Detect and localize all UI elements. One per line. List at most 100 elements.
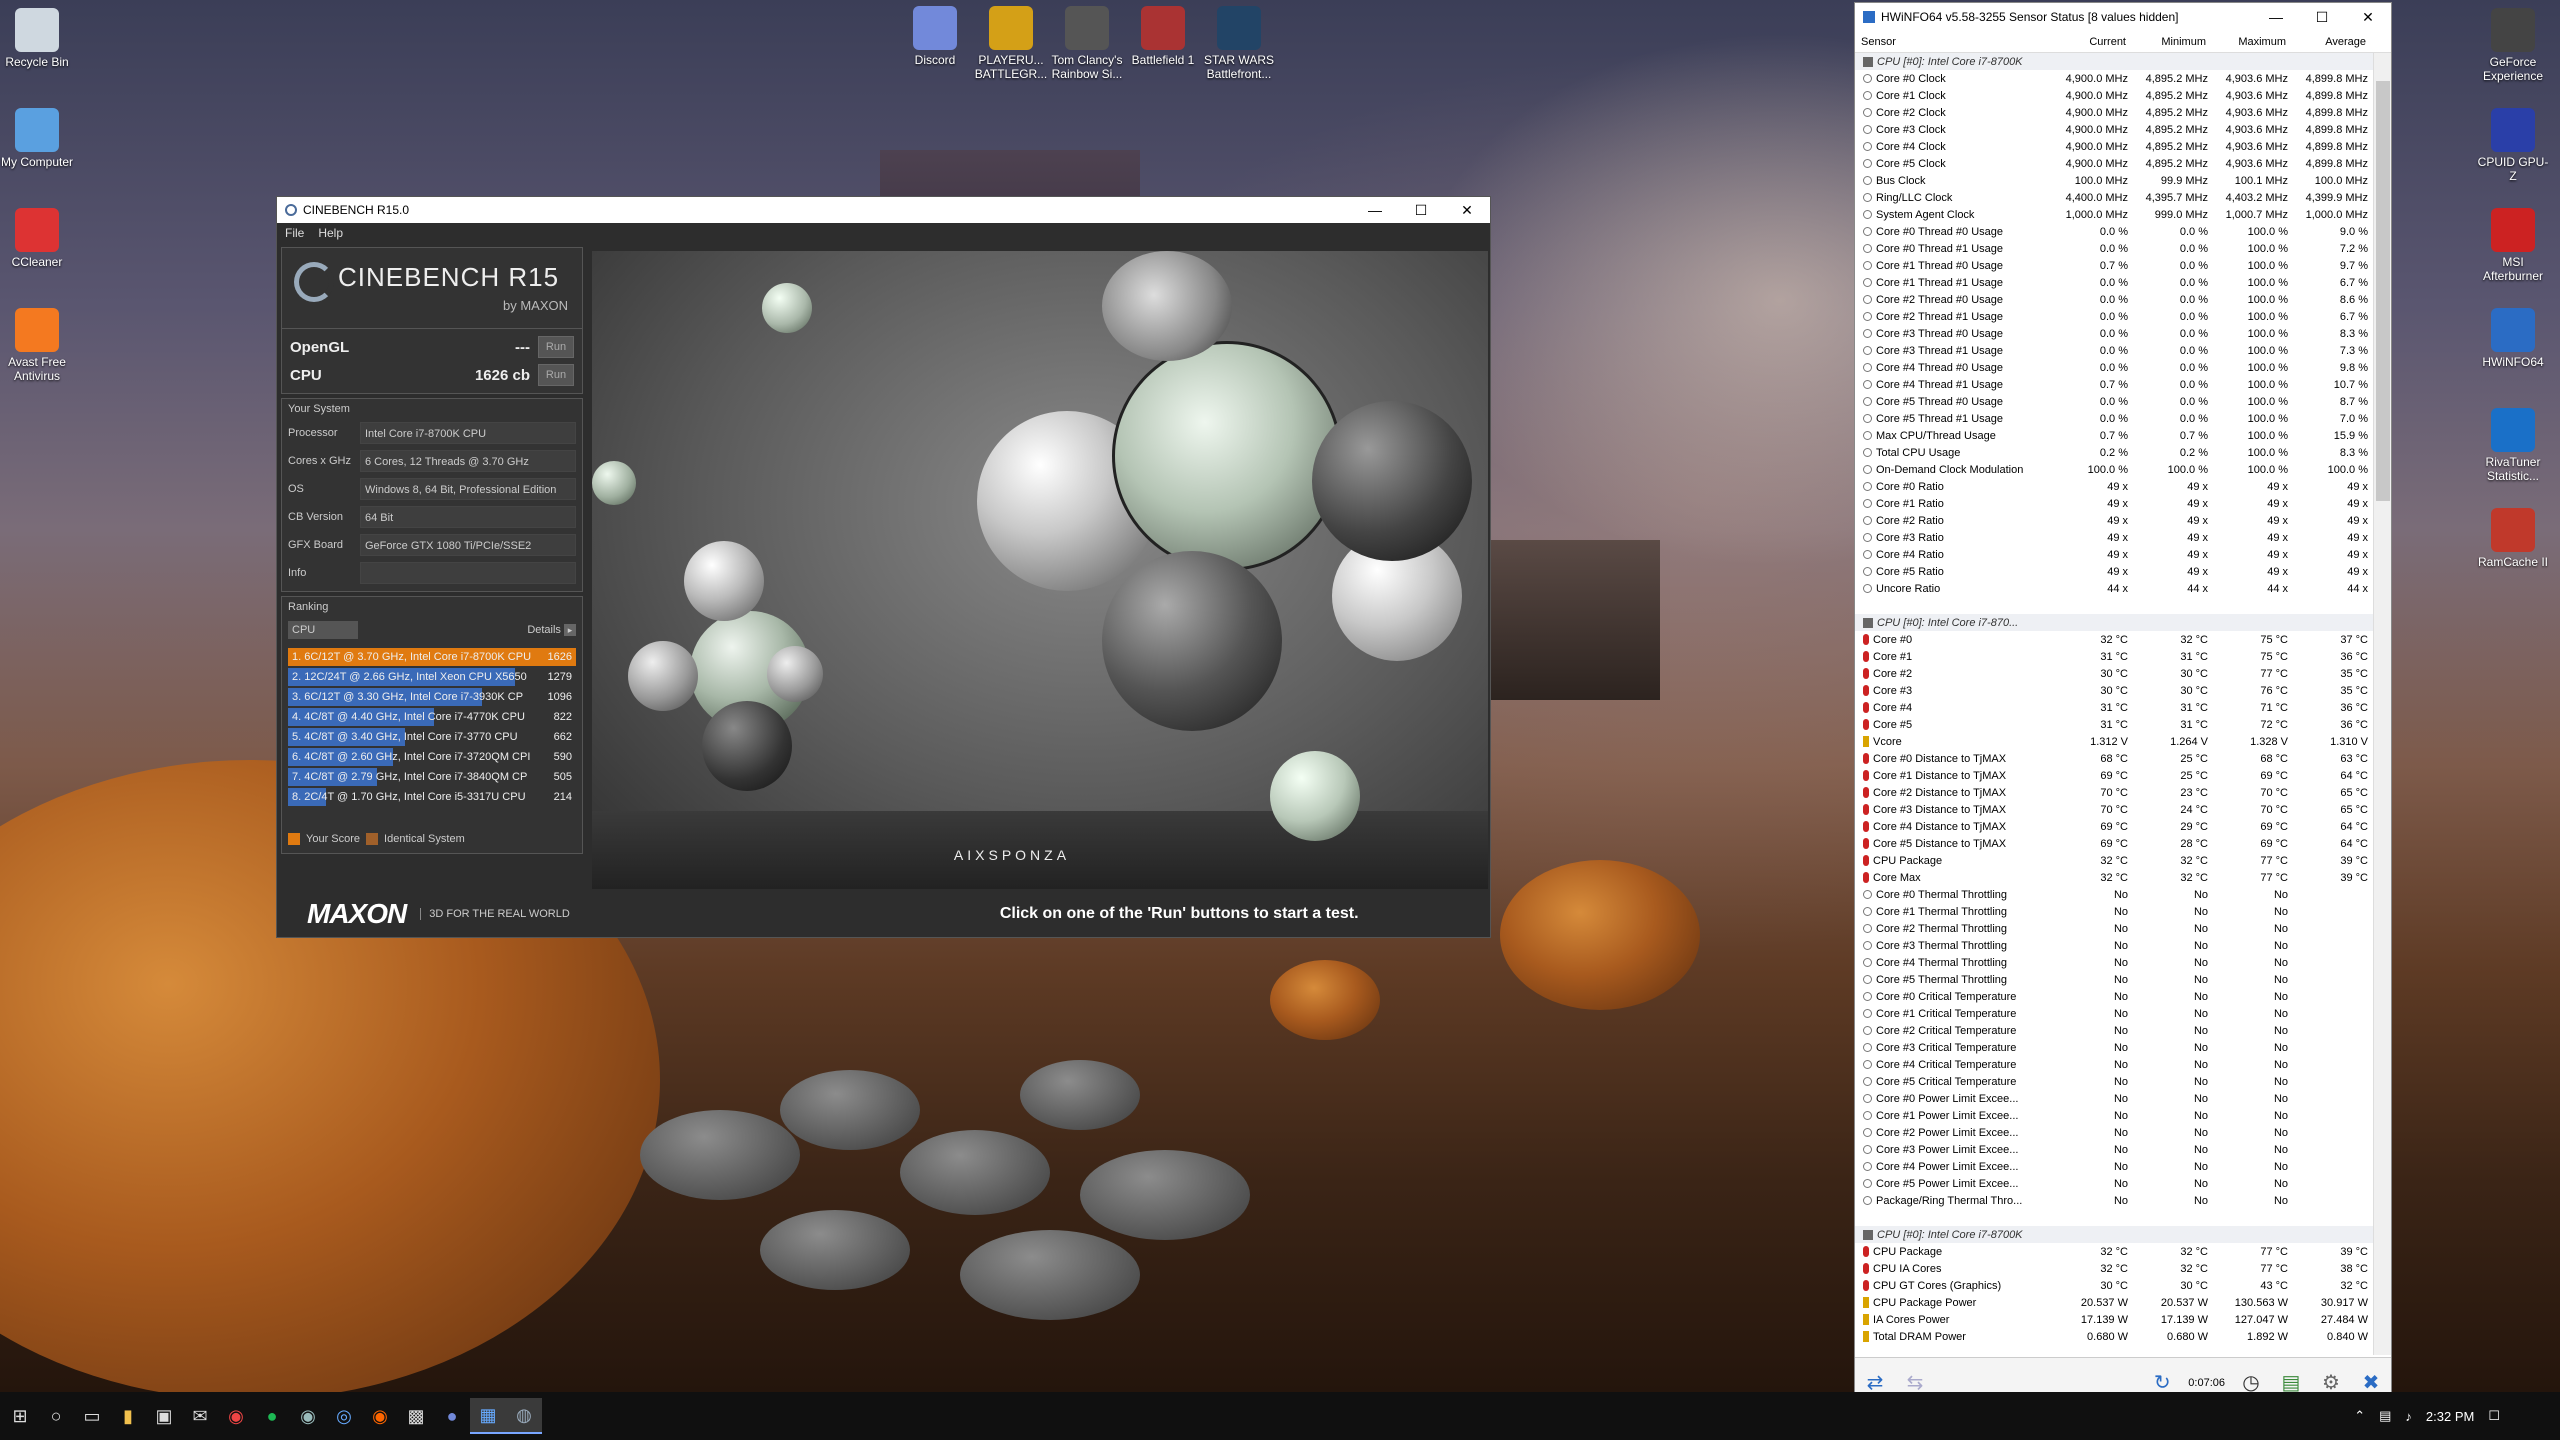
- sensor-row[interactable]: Core #3 Clock 4,900.0 MHz 4,895.2 MHz 4,903…: [1855, 121, 2373, 138]
- sensor-row[interactable]: Core #5 Thread #1 Usage 0.0 % 0.0 % 100.0 %…: [1855, 410, 2373, 427]
- sensor-row[interactable]: Core #0 Thread #0 Usage 0.0 % 0.0 % 100.0 %…: [1855, 223, 2373, 240]
- menu-file[interactable]: File: [285, 226, 304, 240]
- sensor-row[interactable]: Core #2 Ratio 49 x 49 x 49 x 49 x: [1855, 512, 2373, 529]
- sensor-row[interactable]: Package/Ring Thermal Thro... No No No: [1855, 1192, 2373, 1209]
- system-value[interactable]: 64 Bit: [360, 506, 576, 528]
- task-view-icon[interactable]: ▭: [74, 1398, 110, 1434]
- sensor-row[interactable]: Core #3 30 °C 30 °C 76 °C 35 °C: [1855, 682, 2373, 699]
- sensor-row[interactable]: Core #3 Thread #1 Usage 0.0 % 0.0 % 100.0 %…: [1855, 342, 2373, 359]
- sensor-row[interactable]: Core #4 Power Limit Excee... No No No: [1855, 1158, 2373, 1175]
- ranking-row[interactable]: 2. 12C/24T @ 2.66 GHz, Intel Xeon CPU X5…: [288, 667, 576, 687]
- sensor-row[interactable]: Core #3 Thermal Throttling No No No: [1855, 937, 2373, 954]
- sensor-row[interactable]: Core #2 Thermal Throttling No No No: [1855, 920, 2373, 937]
- desktop-icon-recycle-bin[interactable]: Recycle Bin: [0, 8, 74, 69]
- sensor-row[interactable]: Core #1 Clock 4,900.0 MHz 4,895.2 MHz 4,903…: [1855, 87, 2373, 104]
- start-button-icon[interactable]: ⊞: [2, 1398, 38, 1434]
- sensor-row[interactable]: Core #2 Distance to TjMAX 70 °C 23 °C 70 °C…: [1855, 784, 2373, 801]
- chrome-icon[interactable]: ◉: [218, 1398, 254, 1434]
- sensor-row[interactable]: Ring/LLC Clock 4,400.0 MHz 4,395.7 MHz 4,40…: [1855, 189, 2373, 206]
- sensor-row[interactable]: Core #5 Thread #0 Usage 0.0 % 0.0 % 100.0 %…: [1855, 393, 2373, 410]
- sensor-row[interactable]: Core #0 Ratio 49 x 49 x 49 x 49 x: [1855, 478, 2373, 495]
- sensor-row[interactable]: Core #2 Clock 4,900.0 MHz 4,895.2 MHz 4,903…: [1855, 104, 2373, 121]
- sensor-row[interactable]: Core #2 Critical Temperature No No No: [1855, 1022, 2373, 1039]
- sensor-group-header[interactable]: CPU [#0]: Intel Core i7-8700K: [1855, 53, 2373, 70]
- cpu-run-button[interactable]: Run: [538, 364, 574, 386]
- sensor-row[interactable]: Core #4 Distance to TjMAX 69 °C 29 °C 69 °C…: [1855, 818, 2373, 835]
- desktop-icon-rivatuner[interactable]: RivaTuner Statistic...: [2476, 408, 2550, 483]
- desktop-icon-afterburner[interactable]: MSI Afterburner: [2476, 208, 2550, 283]
- uplay-icon[interactable]: ◎: [326, 1398, 362, 1434]
- sensor-row[interactable]: Bus Clock 100.0 MHz 99.9 MHz 100.1 MHz 100.0…: [1855, 172, 2373, 189]
- column-current[interactable]: Current: [2036, 36, 2126, 48]
- sensor-row[interactable]: Vcore 1.312 V 1.264 V 1.328 V 1.310 V: [1855, 733, 2373, 750]
- store-icon[interactable]: ▣: [146, 1398, 182, 1434]
- desktop-icon-geforce[interactable]: GeForce Experience: [2476, 8, 2550, 83]
- tray-expand-icon[interactable]: ⌃: [2354, 1408, 2365, 1424]
- sensor-row[interactable]: CPU IA Cores 32 °C 32 °C 77 °C 38 °C: [1855, 1260, 2373, 1277]
- steam-icon[interactable]: ◉: [290, 1398, 326, 1434]
- sensor-row[interactable]: CPU GT Cores (Graphics) 30 °C 30 °C 43 °C 32…: [1855, 1277, 2373, 1294]
- column-minimum[interactable]: Minimum: [2126, 36, 2206, 48]
- desktop-icon-ccleaner[interactable]: CCleaner: [0, 208, 74, 269]
- sensor-row[interactable]: IA Cores Power 17.139 W 17.139 W 127.047 W 2…: [1855, 1311, 2373, 1328]
- desktop-icon-hwinfo[interactable]: HWiNFO64: [2476, 308, 2550, 369]
- scrollbar-thumb[interactable]: [2376, 81, 2390, 501]
- desktop-icon-computer[interactable]: My Computer: [0, 108, 74, 169]
- sensor-row[interactable]: Core #1 Thermal Throttling No No No: [1855, 903, 2373, 920]
- sensor-row[interactable]: Core #4 Thread #0 Usage 0.0 % 0.0 % 100.0 %…: [1855, 359, 2373, 376]
- sensor-row[interactable]: Core #4 31 °C 31 °C 71 °C 36 °C: [1855, 699, 2373, 716]
- sensor-row[interactable]: CPU Package 32 °C 32 °C 77 °C 39 °C: [1855, 852, 2373, 869]
- desktop-icon-rainbow-six[interactable]: Tom Clancy's Rainbow Si...: [1050, 6, 1124, 81]
- sensor-row[interactable]: Core #5 Distance to TjMAX 69 °C 28 °C 69 °C…: [1855, 835, 2373, 852]
- discord-taskbar-icon[interactable]: ●: [434, 1398, 470, 1434]
- sensor-row[interactable]: Core #1 Ratio 49 x 49 x 49 x 49 x: [1855, 495, 2373, 512]
- system-value[interactable]: GeForce GTX 1080 Ti/PCIe/SSE2: [360, 534, 576, 556]
- desktop-icon-discord[interactable]: Discord: [898, 6, 972, 67]
- sensor-row[interactable]: CPU Package Power 20.537 W 20.537 W 130.563…: [1855, 1294, 2373, 1311]
- minimize-button[interactable]: —: [1352, 197, 1398, 223]
- ranking-row[interactable]: 7. 4C/8T @ 2.79 GHz, Intel Core i7-3840Q…: [288, 767, 576, 787]
- sensor-row[interactable]: Core #3 Thread #0 Usage 0.0 % 0.0 % 100.0 %…: [1855, 325, 2373, 342]
- sensor-row[interactable]: Core #5 Power Limit Excee... No No No: [1855, 1175, 2373, 1192]
- desktop-icon-star-wars[interactable]: STAR WARS Battlefront...: [1202, 6, 1276, 81]
- sensor-row[interactable]: Core #3 Ratio 49 x 49 x 49 x 49 x: [1855, 529, 2373, 546]
- ranking-row[interactable]: 4. 4C/8T @ 4.40 GHz, Intel Core i7-4770K…: [288, 707, 576, 727]
- sensor-group-header[interactable]: CPU [#0]: Intel Core i7-870...: [1855, 614, 2373, 631]
- hwinfo-titlebar[interactable]: HWiNFO64 v5.58-3255 Sensor Status [8 val…: [1855, 3, 2391, 31]
- sensor-scrollbar[interactable]: [2373, 53, 2391, 1355]
- clock[interactable]: 2:32 PM: [2426, 1409, 2474, 1424]
- desktop-icon-avast[interactable]: Avast Free Antivirus: [0, 308, 74, 383]
- sensor-row[interactable]: Core #3 Distance to TjMAX 70 °C 24 °C 70 °C…: [1855, 801, 2373, 818]
- sensor-row[interactable]: Max CPU/Thread Usage 0.7 % 0.7 % 100.0 % 15.…: [1855, 427, 2373, 444]
- sensor-row[interactable]: Core #1 31 °C 31 °C 75 °C 36 °C: [1855, 648, 2373, 665]
- cinebench-titlebar[interactable]: CINEBENCH R15.0 — ☐ ✕: [277, 197, 1490, 223]
- sensor-group-header[interactable]: CPU [#0]: Intel Core i7-8700K: [1855, 1226, 2373, 1243]
- sensor-row[interactable]: Core #0 Thermal Throttling No No No: [1855, 886, 2373, 903]
- origin-icon[interactable]: ◉: [362, 1398, 398, 1434]
- cinebench-taskbar-icon[interactable]: ◍: [506, 1398, 542, 1434]
- network-tray-icon[interactable]: ▤: [2379, 1408, 2391, 1424]
- system-value[interactable]: Intel Core i7-8700K CPU: [360, 422, 576, 444]
- cortana-icon[interactable]: ○: [38, 1398, 74, 1434]
- sensor-row[interactable]: Total CPU Usage 0.2 % 0.2 % 100.0 % 8.3 %: [1855, 444, 2373, 461]
- opengl-run-button[interactable]: Run: [538, 336, 574, 358]
- ranking-row[interactable]: 1. 6C/12T @ 3.70 GHz, Intel Core i7-8700…: [288, 647, 576, 667]
- sensor-row[interactable]: Core #1 Thread #0 Usage 0.7 % 0.0 % 100.0 %…: [1855, 257, 2373, 274]
- column-maximum[interactable]: Maximum: [2206, 36, 2286, 48]
- column-average[interactable]: Average: [2286, 36, 2366, 48]
- sensor-row[interactable]: Core #0 Distance to TjMAX 68 °C 25 °C 68 °C…: [1855, 750, 2373, 767]
- sensor-row[interactable]: Core #5 Ratio 49 x 49 x 49 x 49 x: [1855, 563, 2373, 580]
- sensor-row[interactable]: Core Max 32 °C 32 °C 77 °C 39 °C: [1855, 869, 2373, 886]
- hwinfo-maximize-button[interactable]: ☐: [2299, 4, 2345, 30]
- sensor-row[interactable]: Core #2 Thread #0 Usage 0.0 % 0.0 % 100.0 %…: [1855, 291, 2373, 308]
- ranking-dropdown[interactable]: CPU: [288, 621, 358, 639]
- sensor-row[interactable]: Uncore Ratio 44 x 44 x 44 x 44 x: [1855, 580, 2373, 597]
- sensor-row[interactable]: Core #3 Power Limit Excee... No No No: [1855, 1141, 2373, 1158]
- sensor-row[interactable]: Core #2 30 °C 30 °C 77 °C 35 °C: [1855, 665, 2373, 682]
- details-button[interactable]: Details ▸: [527, 624, 576, 636]
- sensor-row[interactable]: Core #5 31 °C 31 °C 72 °C 36 °C: [1855, 716, 2373, 733]
- sensor-row[interactable]: On-Demand Clock Modulation 100.0 % 100.0 %…: [1855, 461, 2373, 478]
- close-button[interactable]: ✕: [1444, 197, 1490, 223]
- sensor-row[interactable]: Core #2 Power Limit Excee... No No No: [1855, 1124, 2373, 1141]
- sensor-row[interactable]: Core #0 Clock 4,900.0 MHz 4,895.2 MHz 4,903…: [1855, 70, 2373, 87]
